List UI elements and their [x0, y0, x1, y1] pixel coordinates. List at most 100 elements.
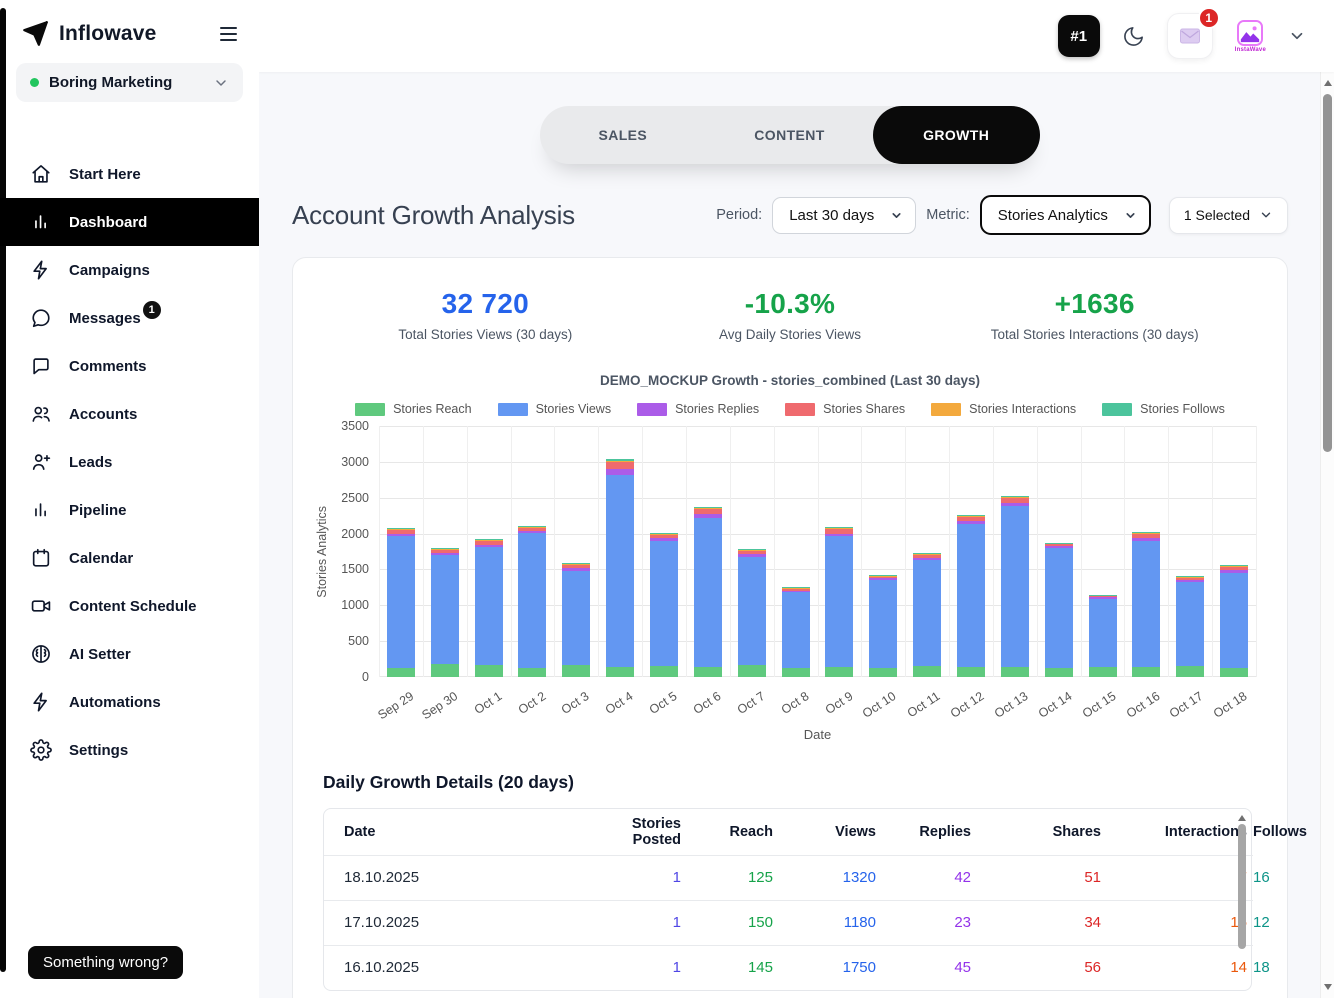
- period-label: Period:: [716, 207, 763, 223]
- x-tick-label: Oct 12: [948, 689, 987, 721]
- legend-label: Stories Shares: [823, 402, 906, 416]
- sidebar-item-accounts[interactable]: Accounts: [0, 390, 259, 438]
- chat-square-icon: [30, 355, 52, 377]
- period-select[interactable]: Last 30 days: [772, 196, 917, 234]
- profile-chevron-icon[interactable]: [1288, 27, 1306, 45]
- legend-swatch: [785, 402, 816, 416]
- bar-segment-stories-interactions: [869, 575, 898, 577]
- table-scrollbar-thumb[interactable]: [1238, 824, 1246, 949]
- sidebar-item-campaigns[interactable]: Campaigns: [0, 246, 259, 294]
- tab-growth[interactable]: GROWTH: [872, 106, 1040, 164]
- bar-segment-stories-views: [825, 536, 854, 667]
- bar-segment-stories-shares: [606, 461, 635, 470]
- gridline: [773, 426, 775, 677]
- bar-segment-stories-views: [1000, 506, 1029, 667]
- page-title: Account Growth Analysis: [292, 199, 575, 230]
- rank-badge-button[interactable]: #1: [1057, 15, 1100, 57]
- legend-swatch: [497, 402, 528, 416]
- gridline: [905, 426, 907, 677]
- sidebar-item-messages[interactable]: Messages 1: [0, 294, 259, 342]
- x-tick-label: Oct 10: [860, 689, 899, 721]
- scroll-up-icon[interactable]: [1323, 80, 1332, 86]
- sidebar-item-ai-setter[interactable]: AI Setter: [0, 630, 259, 678]
- y-tick-label: 500: [348, 634, 369, 649]
- notifications-button[interactable]: 1: [1166, 7, 1220, 59]
- stat-label: Total Stories Interactions (30 days): [990, 327, 1199, 342]
- bar-segment-stories-reach: [1000, 666, 1029, 677]
- metric-select[interactable]: Stories Analytics: [979, 195, 1151, 235]
- cell-views: 1750: [842, 959, 876, 977]
- sidebar-item-automations[interactable]: Automations: [0, 678, 259, 726]
- dark-mode-toggle[interactable]: [1122, 25, 1145, 48]
- bar-segment-stories-reach: [1176, 666, 1205, 677]
- gridline: [1256, 426, 1257, 677]
- top-header: #1 1 InstaWave: [259, 0, 1334, 72]
- bar-segment-stories-replies: [386, 533, 415, 537]
- sidebar-header: Inflowave: [0, 0, 259, 47]
- bar-segment-stories-interactions: [606, 460, 635, 462]
- table-scroll-up-icon[interactable]: [1238, 815, 1246, 821]
- accounts-filter-button[interactable]: 1 Selected: [1168, 196, 1288, 234]
- cell-reach: 145: [747, 959, 773, 977]
- cell-shares: 56: [1084, 959, 1101, 977]
- sidebar-item-start-here[interactable]: Start Here: [0, 150, 259, 198]
- users-icon: [30, 403, 52, 425]
- sidebar-item-settings[interactable]: Settings: [0, 726, 259, 774]
- main-area: #1 1 InstaWave SALES CONTENT GROWTH Accoun…: [259, 0, 1334, 998]
- gridline: [1036, 426, 1038, 677]
- sidebar-item-comments[interactable]: Comments: [0, 342, 259, 390]
- workspace-selector[interactable]: Boring Marketing: [16, 63, 243, 102]
- sidebar-item-pipeline[interactable]: Pipeline: [0, 486, 259, 534]
- cell-stories-posted: 1: [672, 959, 681, 977]
- cell-replies: 45: [954, 959, 971, 977]
- x-tick-label: Oct 18: [1211, 689, 1250, 721]
- cell-replies: 42: [954, 869, 971, 886]
- bar-segment-stories-views: [606, 474, 635, 667]
- bar-segment-stories-replies: [650, 538, 679, 542]
- bar-segment-stories-follows: [913, 552, 942, 554]
- bar-segment-stories-replies: [956, 521, 985, 525]
- tab-sales[interactable]: SALES: [540, 106, 707, 164]
- bar-segment-stories-shares: [1000, 498, 1029, 504]
- sidebar-item-label: AI Setter: [69, 645, 131, 663]
- gridline: [817, 426, 819, 677]
- feedback-button[interactable]: Something wrong?: [28, 946, 184, 979]
- sidebar-item-dashboard[interactable]: Dashboard: [0, 198, 259, 246]
- bar-segment-stories-interactions: [474, 539, 503, 541]
- table-scrollbar[interactable]: [1236, 813, 1248, 986]
- legend-swatch: [637, 402, 668, 416]
- bar-segment-stories-interactions: [1132, 532, 1161, 534]
- cell-stories-posted: 1: [672, 914, 681, 931]
- column-header-views: Views: [835, 823, 876, 840]
- column-header-interactions: Interactions: [1164, 823, 1247, 840]
- gridline: [949, 426, 951, 677]
- bar-segment-stories-replies: [869, 578, 898, 581]
- bar-segment-stories-shares: [1088, 595, 1117, 598]
- tab-content[interactable]: CONTENT: [706, 106, 873, 164]
- gridline: [1124, 426, 1126, 677]
- sidebar-item-label: Content Schedule: [69, 597, 197, 615]
- x-tick-label: Oct 9: [822, 689, 856, 718]
- sidebar-item-calendar[interactable]: Calendar: [0, 534, 259, 582]
- table-row: 18.10.2025112513204251716: [324, 855, 1270, 900]
- bar-segment-stories-reach: [1132, 666, 1161, 677]
- scroll-down-icon[interactable]: [1323, 984, 1332, 990]
- sidebar-item-leads[interactable]: Leads: [0, 438, 259, 486]
- bar-segment-stories-interactions: [562, 563, 591, 565]
- profile-avatar[interactable]: InstaWave: [1235, 19, 1266, 53]
- sidebar-item-content-schedule[interactable]: Content Schedule: [0, 582, 259, 630]
- bar-segment-stories-replies: [1044, 546, 1073, 548]
- home-icon: [30, 163, 52, 185]
- y-tick-label: 1500: [341, 562, 369, 577]
- column-header-reach: Reach: [729, 823, 773, 840]
- bar-segment-stories-reach: [650, 665, 679, 677]
- window-scrollbar[interactable]: [1320, 72, 1334, 998]
- bar-segment-stories-shares: [781, 588, 810, 591]
- bar-segment-stories-interactions: [518, 526, 547, 528]
- menu-toggle-button[interactable]: [216, 23, 241, 45]
- gear-icon: [30, 739, 52, 761]
- bar-segment-stories-views: [562, 570, 591, 665]
- window-scrollbar-thumb[interactable]: [1323, 94, 1332, 452]
- cell-reach: 150: [747, 914, 773, 931]
- legend-item-stories-reach: Stories Reach: [355, 402, 472, 416]
